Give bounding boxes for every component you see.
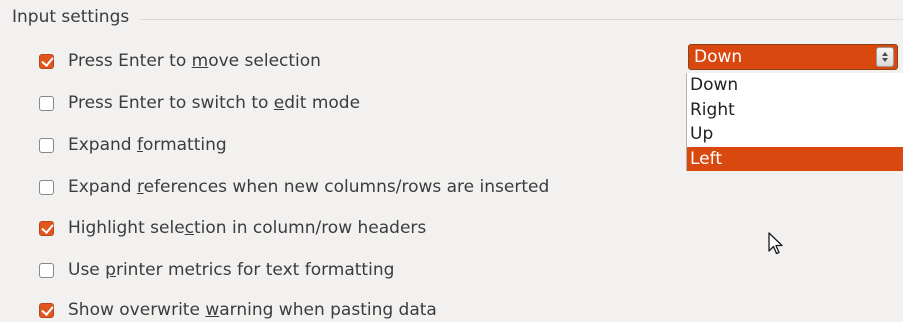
checkbox-move-selection[interactable] [39,53,54,69]
dropdown-value: Down [694,47,743,67]
dropdown-option-up[interactable]: Up [687,122,903,147]
option-printer-metrics[interactable]: Use printer metrics for text formatting [39,258,394,282]
option-press-enter-move-selection[interactable]: Press Enter to move selection [39,49,321,73]
option-expand-formatting[interactable]: Expand formatting [39,133,227,157]
dropdown-option-down[interactable]: Down [687,73,903,98]
option-label: Highlight selection in column/row header… [68,218,427,238]
checkbox-printer-metrics[interactable] [39,262,54,278]
checkbox-edit-mode[interactable] [39,95,54,111]
option-highlight-selection[interactable]: Highlight selection in column/row header… [39,216,426,240]
option-label: Show overwrite warning when pasting data [68,300,437,320]
option-label: Press Enter to move selection [68,51,321,71]
section-divider [140,19,903,20]
direction-dropdown[interactable]: Down [688,44,898,70]
option-label: Expand references when new columns/rows … [68,177,550,197]
mouse-pointer-icon [768,232,784,260]
section-title: Input settings [12,7,136,27]
option-expand-references[interactable]: Expand references when new columns/rows … [39,175,549,199]
checkbox-expand-formatting[interactable] [39,137,54,153]
checkbox-highlight-selection[interactable] [39,220,54,236]
option-overwrite-warning[interactable]: Show overwrite warning when pasting data [39,298,437,322]
option-label: Press Enter to switch to edit mode [68,93,361,113]
checkbox-expand-references[interactable] [39,179,54,195]
direction-dropdown-list: Down Right Up Left [686,73,903,171]
up-down-arrows-icon[interactable] [876,47,894,67]
option-press-enter-edit-mode[interactable]: Press Enter to switch to edit mode [39,91,360,115]
option-label: Use printer metrics for text formatting [68,260,395,280]
option-label: Expand formatting [68,135,227,155]
checkbox-overwrite-warning[interactable] [39,302,54,318]
dropdown-option-left[interactable]: Left [687,146,903,171]
dropdown-option-right[interactable]: Right [687,98,903,123]
